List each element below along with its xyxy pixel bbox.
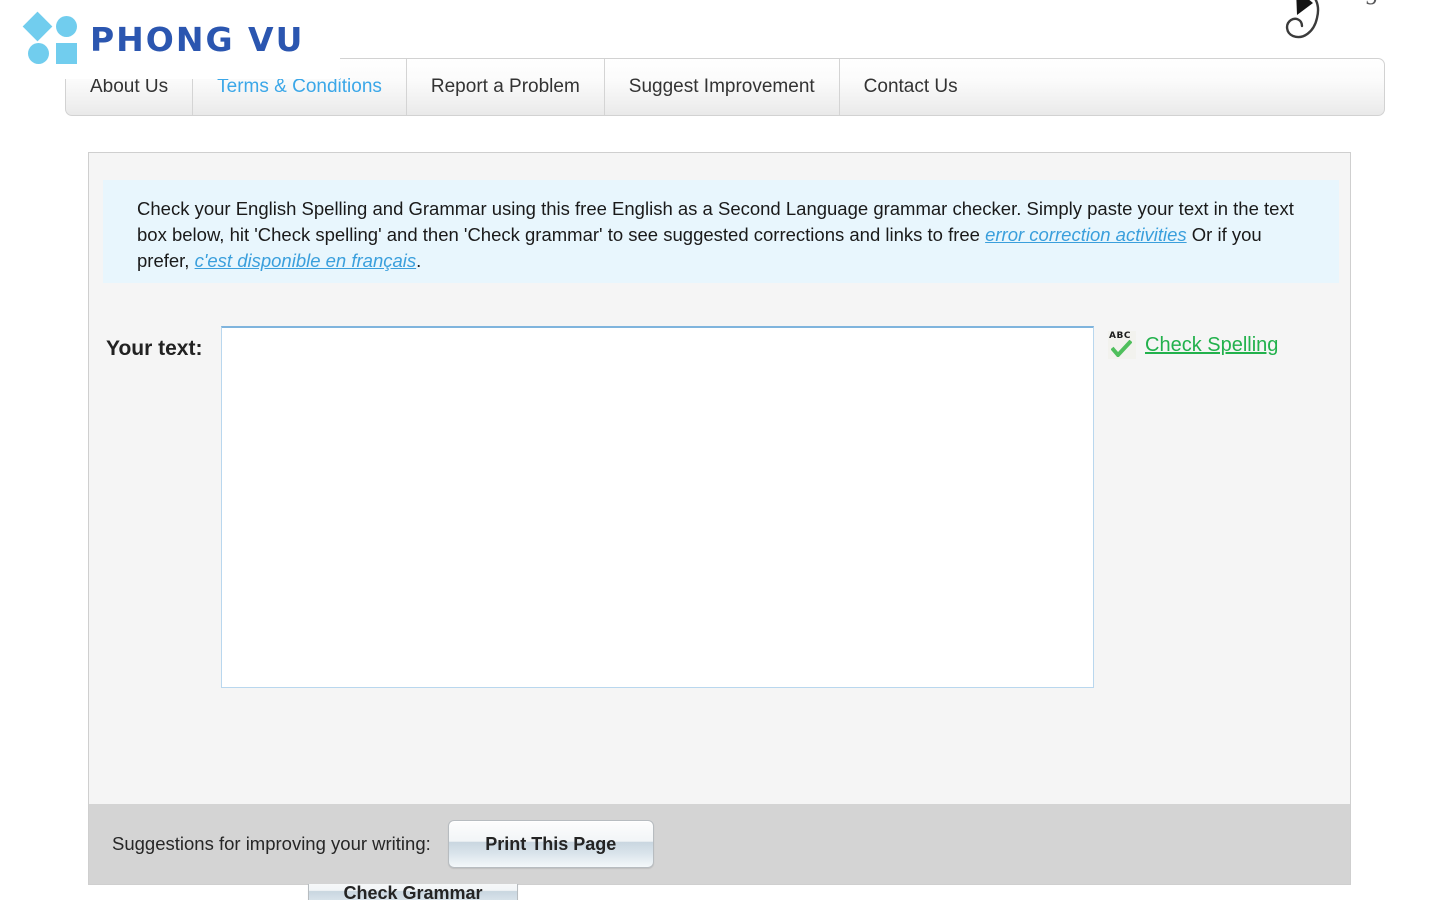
tango-swirl-icon: [1285, 0, 1320, 39]
tango-watermark: Tango: [1283, 0, 1433, 44]
tango-wordmark: Tango: [1330, 0, 1392, 6]
intro-info-box: Check your English Spelling and Grammar …: [103, 180, 1339, 283]
error-correction-activities-link[interactable]: error correction activities: [985, 224, 1187, 245]
your-text-input[interactable]: [221, 326, 1094, 688]
tab-label: Report a Problem: [430, 76, 580, 97]
your-text-label: Your text:: [106, 337, 203, 360]
tab-label: Suggest Improvement: [628, 76, 815, 97]
text-entry-row: Your text: ABC Check Spelling: [89, 323, 1350, 703]
logo-square-icon: [56, 42, 77, 64]
logo-circle-top-right-icon: [56, 15, 77, 37]
grammar-checker-panel: Check your English Spelling and Grammar …: [88, 152, 1351, 900]
intro-text-part-3: .: [416, 250, 422, 271]
logo-shapes-icon: [22, 11, 81, 66]
tab-label: Terms & Conditions: [217, 76, 382, 97]
french-version-link[interactable]: c'est disponible en français: [195, 250, 417, 271]
logo-wordmark: PHONG VU: [90, 20, 305, 59]
tab-label: Contact Us: [863, 76, 958, 97]
green-check-icon: [1111, 340, 1132, 357]
tab-suggest-improvement[interactable]: Suggest Improvement: [605, 59, 840, 115]
check-spelling-button[interactable]: ABC Check Spelling: [1108, 331, 1278, 359]
print-this-page-button[interactable]: Print This Page: [447, 820, 654, 868]
site-logo[interactable]: PHONG VU: [0, 0, 340, 79]
suggestions-label: Suggestions for improving your writing:: [112, 833, 431, 854]
intro-paragraph: Check your English Spelling and Grammar …: [137, 196, 1317, 274]
suggestions-footer: Suggestions for improving your writing: …: [89, 804, 1350, 884]
abc-spellcheck-icon: ABC: [1108, 331, 1136, 359]
tab-label: About Us: [90, 76, 169, 97]
tab-report-a-problem[interactable]: Report a Problem: [407, 59, 605, 115]
logo-diamond-icon: [22, 11, 53, 41]
page-root: Tango About Us Terms & Conditions Report…: [0, 0, 1440, 900]
logo-circle-bottom-left-icon: [28, 42, 49, 64]
check-spelling-label: Check Spelling: [1145, 333, 1279, 356]
tab-contact-us[interactable]: Contact Us: [840, 59, 1384, 115]
